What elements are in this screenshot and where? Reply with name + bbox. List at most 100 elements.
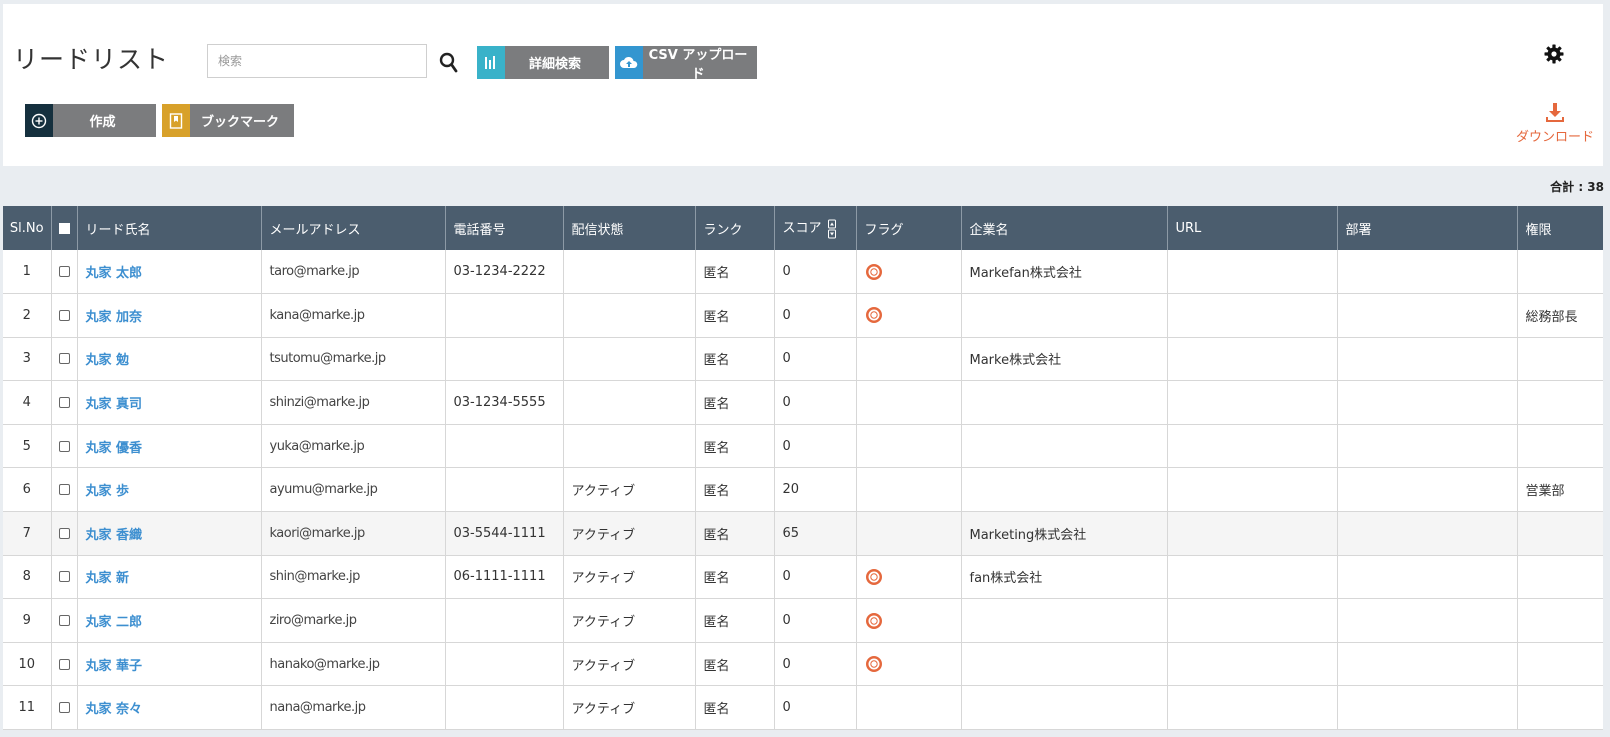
download-link[interactable]: ダウンロード bbox=[1509, 102, 1601, 145]
lead-name-link[interactable]: 丸家 華子 bbox=[86, 659, 143, 674]
table-row[interactable]: 8 丸家 新 shin@marke.jp 06-1111-1111 アクティブ 匿名 0 fa… bbox=[3, 555, 1603, 600]
score-cell: 0 bbox=[774, 337, 857, 382]
col-header-company[interactable]: 企業名 bbox=[961, 206, 1168, 250]
col-header-score[interactable]: スコア bbox=[774, 206, 857, 250]
email-cell: hanako@marke.jp bbox=[261, 642, 446, 687]
detail-search-button[interactable]: 詳細検索 bbox=[477, 46, 609, 79]
lead-name-link[interactable]: 丸家 歩 bbox=[86, 484, 130, 499]
role-cell bbox=[1517, 511, 1603, 556]
phone-cell bbox=[445, 685, 564, 731]
table-row[interactable]: 5 丸家 優香 yuka@marke.jp 匿名 0 bbox=[3, 424, 1603, 469]
status-cell bbox=[563, 250, 696, 295]
row-checkbox[interactable] bbox=[58, 353, 70, 365]
flag-icon[interactable] bbox=[865, 306, 883, 324]
csv-upload-button[interactable]: CSV アップロード bbox=[615, 46, 757, 82]
row-number: 7 bbox=[3, 511, 52, 556]
row-checkbox[interactable] bbox=[58, 615, 70, 627]
rank-cell: 匿名 bbox=[695, 380, 775, 425]
row-checkbox[interactable] bbox=[58, 309, 70, 321]
table-row[interactable]: 4 丸家 真司 shinzi@marke.jp 03-1234-5555 匿名 0 bbox=[3, 380, 1603, 425]
sort-icon[interactable] bbox=[827, 219, 836, 239]
email-cell: tsutomu@marke.jp bbox=[261, 337, 446, 382]
row-checkbox[interactable] bbox=[58, 440, 70, 452]
lead-name-link[interactable]: 丸家 真司 bbox=[86, 397, 143, 412]
lead-name-link[interactable]: 丸家 香織 bbox=[86, 528, 143, 543]
row-checkbox[interactable] bbox=[58, 266, 70, 278]
select-all-checkbox[interactable] bbox=[58, 222, 70, 234]
row-select-cell[interactable] bbox=[51, 598, 78, 643]
dept-cell bbox=[1337, 424, 1518, 469]
flag-icon[interactable] bbox=[865, 568, 883, 586]
rank-cell: 匿名 bbox=[695, 642, 775, 687]
row-select-cell[interactable] bbox=[51, 293, 78, 338]
lead-name-link[interactable]: 丸家 勉 bbox=[86, 353, 130, 368]
col-header-slno[interactable]: Sl.No bbox=[3, 206, 52, 250]
row-select-cell[interactable] bbox=[51, 337, 78, 382]
lead-name-cell: 丸家 二郎 bbox=[77, 598, 262, 643]
col-header-rank[interactable]: ランク bbox=[695, 206, 775, 250]
flag-icon[interactable] bbox=[865, 612, 883, 630]
table-row[interactable]: 3 丸家 勉 tsutomu@marke.jp 匿名 0 Marke株式会社 bbox=[3, 337, 1603, 382]
col-header-phone[interactable]: 電話番号 bbox=[445, 206, 564, 250]
lead-name-link[interactable]: 丸家 二郎 bbox=[86, 615, 143, 630]
lead-name-link[interactable]: 丸家 奈々 bbox=[86, 702, 143, 717]
company-cell bbox=[961, 642, 1168, 687]
lead-name-link[interactable]: 丸家 優香 bbox=[86, 441, 143, 456]
row-select-cell[interactable] bbox=[51, 555, 78, 600]
row-number: 11 bbox=[3, 685, 52, 731]
row-select-cell[interactable] bbox=[51, 511, 78, 556]
phone-cell: 03-5544-1111 bbox=[445, 511, 564, 556]
bookmark-button[interactable]: ブックマーク bbox=[162, 104, 294, 137]
row-select-cell[interactable] bbox=[51, 642, 78, 687]
table-header-row: Sl.No リード氏名 メールアドレス 電話番号 配信状態 ランク スコア フラ… bbox=[3, 206, 1603, 250]
row-select-cell[interactable] bbox=[51, 424, 78, 469]
table-row[interactable]: 9 丸家 二郎 ziro@marke.jp アクティブ 匿名 0 bbox=[3, 598, 1603, 643]
lead-name-link[interactable]: 丸家 太郎 bbox=[86, 266, 143, 281]
row-checkbox[interactable] bbox=[58, 658, 70, 670]
search-input[interactable] bbox=[207, 44, 427, 78]
row-checkbox[interactable] bbox=[58, 397, 70, 409]
create-button[interactable]: 作成 bbox=[25, 104, 156, 137]
flag-icon[interactable] bbox=[865, 655, 883, 673]
dept-cell bbox=[1337, 337, 1518, 382]
col-header-email[interactable]: メールアドレス bbox=[261, 206, 446, 250]
table-row[interactable]: 2 丸家 加奈 kana@marke.jp 匿名 0 総務部長 bbox=[3, 293, 1603, 338]
gear-icon[interactable] bbox=[1544, 44, 1564, 64]
row-checkbox[interactable] bbox=[58, 527, 70, 539]
url-cell bbox=[1167, 555, 1338, 600]
col-header-url[interactable]: URL bbox=[1167, 206, 1338, 250]
flag-cell bbox=[856, 642, 962, 687]
row-select-cell[interactable] bbox=[51, 380, 78, 425]
col-header-role[interactable]: 権限 bbox=[1517, 206, 1603, 250]
col-header-dept[interactable]: 部署 bbox=[1337, 206, 1518, 250]
row-select-cell[interactable] bbox=[51, 467, 78, 513]
company-cell: Marketing株式会社 bbox=[961, 511, 1168, 556]
table-row[interactable]: 7 丸家 香織 kaori@marke.jp 03-5544-1111 アクティブ 匿名 6… bbox=[3, 511, 1603, 556]
table-row[interactable]: 11 丸家 奈々 nana@marke.jp アクティブ 匿名 0 bbox=[3, 685, 1603, 731]
row-checkbox[interactable] bbox=[58, 571, 70, 583]
flag-cell bbox=[856, 337, 962, 382]
table-row[interactable]: 1 丸家 太郎 taro@marke.jp 03-1234-2222 匿名 0 Markef… bbox=[3, 250, 1603, 295]
col-header-lead-name[interactable]: リード氏名 bbox=[77, 206, 262, 250]
flag-cell bbox=[856, 555, 962, 600]
dept-cell bbox=[1337, 685, 1518, 731]
row-select-cell[interactable] bbox=[51, 250, 78, 295]
table-row[interactable]: 6 丸家 歩 ayumu@marke.jp アクティブ 匿名 20 営業部 bbox=[3, 467, 1603, 513]
col-header-select-all[interactable] bbox=[51, 206, 78, 250]
search-icon[interactable] bbox=[439, 52, 459, 74]
flag-icon[interactable] bbox=[865, 263, 883, 281]
lead-name-link[interactable]: 丸家 新 bbox=[86, 571, 130, 586]
row-checkbox[interactable] bbox=[58, 484, 70, 496]
company-cell bbox=[961, 380, 1168, 425]
row-number: 3 bbox=[3, 337, 52, 382]
flag-cell bbox=[856, 511, 962, 556]
col-header-flag[interactable]: フラグ bbox=[856, 206, 962, 250]
url-cell bbox=[1167, 467, 1338, 513]
col-header-status[interactable]: 配信状態 bbox=[563, 206, 696, 250]
table-row[interactable]: 10 丸家 華子 hanako@marke.jp アクティブ 匿名 0 bbox=[3, 642, 1603, 687]
email-cell: kana@marke.jp bbox=[261, 293, 446, 338]
row-checkbox[interactable] bbox=[58, 702, 70, 714]
lead-name-link[interactable]: 丸家 加奈 bbox=[86, 310, 143, 325]
row-select-cell[interactable] bbox=[51, 685, 78, 731]
company-cell bbox=[961, 424, 1168, 469]
